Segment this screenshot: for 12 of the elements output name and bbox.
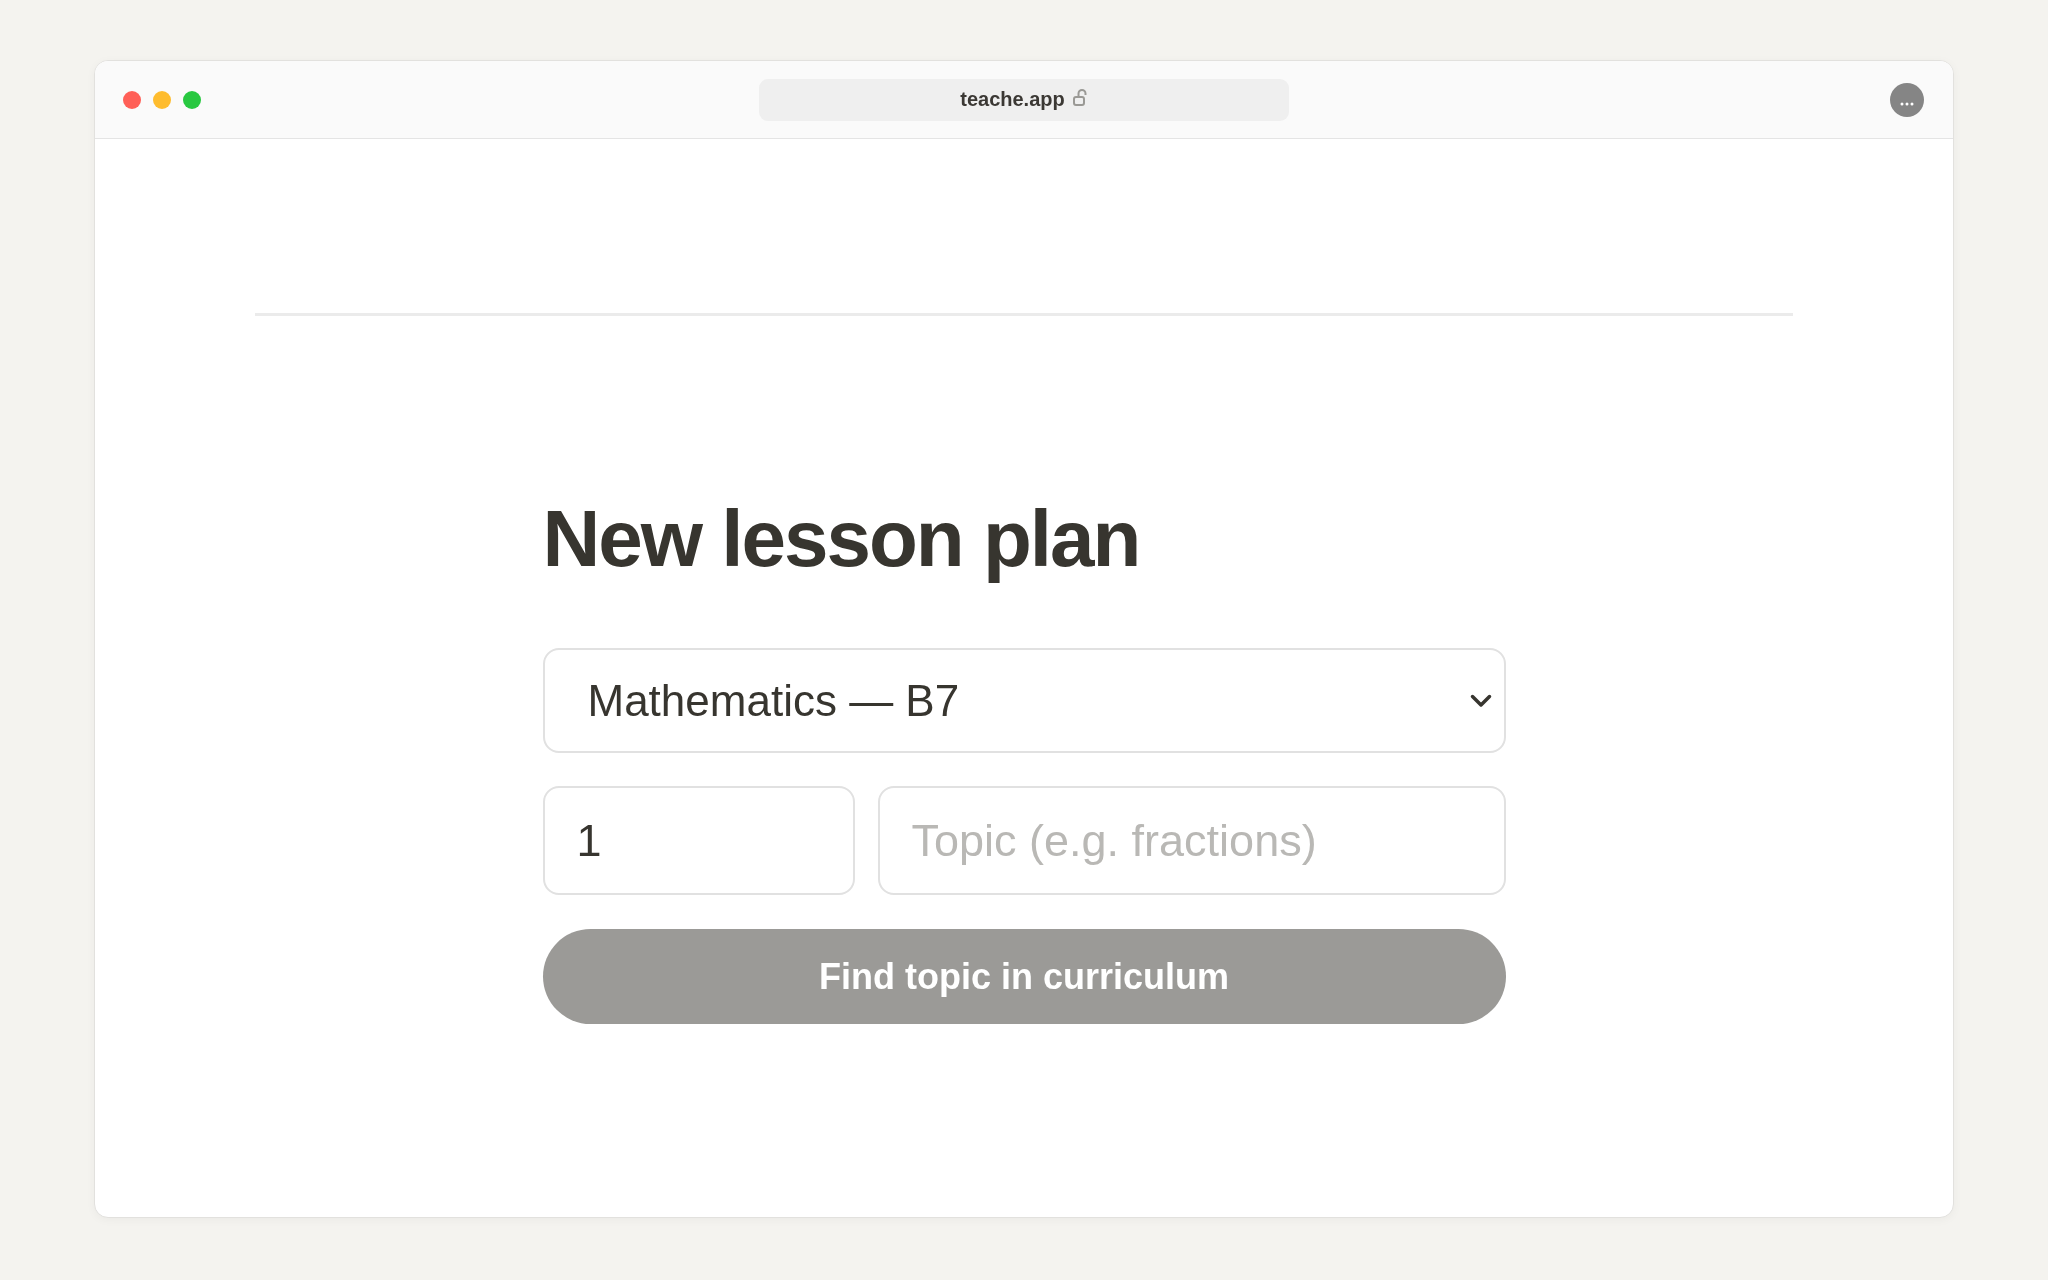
close-window-icon[interactable]: [123, 90, 141, 109]
zoom-window-icon[interactable]: [183, 90, 201, 109]
subject-select[interactable]: Mathematics — B7: [542, 648, 1506, 753]
number-field[interactable]: 1: [542, 786, 855, 895]
ellipsis-icon: [1900, 101, 1914, 106]
chevron-down-icon: [1469, 693, 1492, 708]
address-text: teache.app: [960, 88, 1065, 111]
padlock-icon: [1072, 89, 1087, 106]
topic-field[interactable]: Topic (e.g. fractions): [877, 786, 1506, 895]
address-bar[interactable]: teache.app: [758, 78, 1289, 121]
minimize-window-icon[interactable]: [153, 90, 171, 109]
more-button[interactable]: [1890, 82, 1924, 117]
